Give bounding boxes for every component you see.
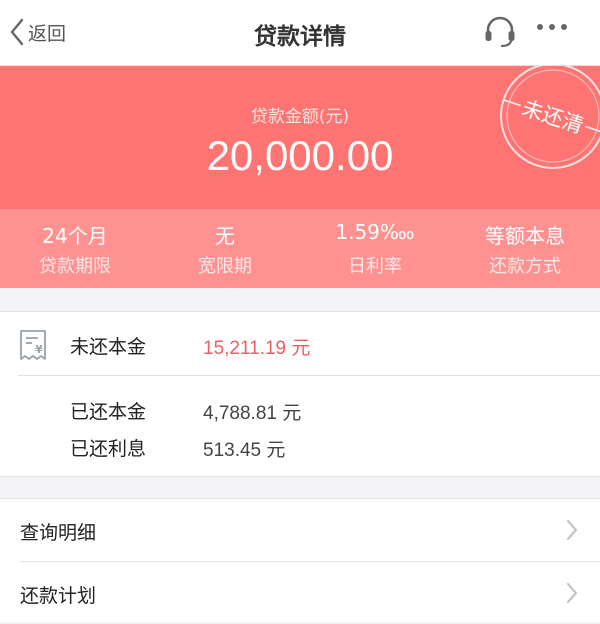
unpaid-principal-value: 15,211.19 元	[203, 338, 311, 359]
menu-item-label: 还款计划	[20, 585, 97, 607]
customer-service-button[interactable]	[482, 14, 518, 50]
stat-daily-rate: 1.59‱ 日利率	[300, 209, 450, 288]
paid-interest-label: 已还利息	[70, 438, 147, 460]
stat-label: 宽限期	[198, 256, 252, 277]
stat-value: 1.59‱	[335, 220, 415, 244]
chevron-left-icon	[10, 18, 24, 46]
paid-principal-label: 已还本金	[70, 401, 147, 423]
stat-label: 日利率	[348, 256, 402, 277]
chevron-right-icon	[566, 519, 578, 541]
chevron-right-icon	[566, 582, 578, 604]
receipt-icon: ¥	[20, 330, 46, 360]
paid-principal-value: 4,788.81 元	[203, 403, 302, 424]
stat-repayment-method: 等额本息 还款方式	[450, 209, 600, 288]
stat-loan-term: 24个月 贷款期限	[0, 209, 150, 288]
menu-item-label: 查询明细	[20, 522, 97, 544]
svg-text:¥: ¥	[35, 343, 43, 356]
loan-actions-list: 查询明细 还款计划	[0, 498, 600, 622]
stat-grace-period: 无 宽限期	[150, 209, 300, 288]
more-dots-icon	[537, 24, 567, 30]
status-stamp-text: 未还清	[519, 96, 586, 138]
unpaid-principal-label: 未还本金	[70, 336, 147, 358]
stat-value: 无	[215, 224, 235, 248]
headset-icon	[485, 16, 515, 48]
more-button[interactable]	[532, 14, 572, 50]
stat-value: 24个月	[42, 224, 108, 248]
stat-label: 还款方式	[489, 256, 561, 277]
principal-summary-card: ¥ 未还本金 15,211.19 元 已还本金 4,788.81 元 已还利息 …	[0, 311, 600, 477]
repayment-plan-item[interactable]: 还款计划	[0, 562, 600, 624]
page-title: 贷款详情	[254, 24, 346, 50]
back-button[interactable]: 返回	[8, 16, 66, 48]
unpaid-status-stamp: 未还清	[500, 66, 600, 169]
navigation-bar: 返回 贷款详情	[0, 0, 600, 66]
stat-value: 等额本息	[485, 224, 565, 248]
query-details-item[interactable]: 查询明细	[0, 499, 600, 562]
back-label: 返回	[28, 22, 67, 45]
loan-terms-row: 24个月 贷款期限 无 宽限期 1.59‱ 日利率 等额本息 还款方式	[0, 209, 600, 288]
stat-label: 贷款期限	[39, 256, 111, 277]
divider	[18, 375, 600, 376]
loan-summary-header: 贷款金额(元) 20,000.00 未还清	[0, 66, 600, 209]
paid-interest-value: 513.45 元	[203, 440, 286, 461]
